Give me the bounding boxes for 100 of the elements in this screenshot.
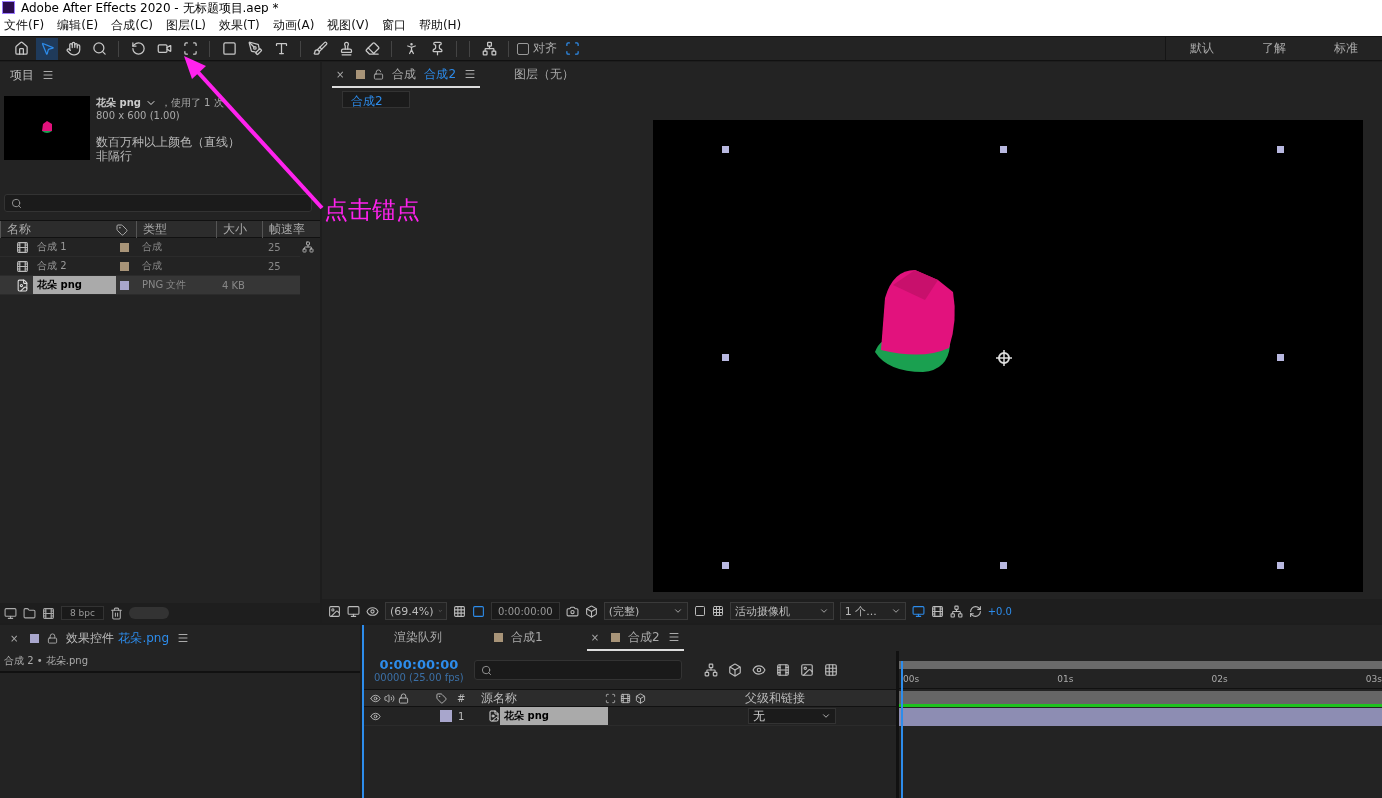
layer-handle[interactable] (1000, 146, 1007, 153)
menu-item[interactable]: 图层(L) (165, 16, 207, 34)
column-header[interactable]: 类型 (136, 221, 216, 238)
eraser-icon (364, 41, 380, 56)
views-dropdown[interactable]: 1 个... (839, 602, 906, 620)
layer-handle[interactable] (1277, 562, 1284, 569)
snapshot-icon (565, 604, 579, 618)
column-header[interactable]: 大小 (216, 221, 262, 238)
fps-cell-text: 25 (267, 260, 282, 272)
text-icon (273, 41, 289, 56)
menu-icon (464, 68, 477, 80)
close-button[interactable]: × (10, 632, 19, 644)
composition-icon (16, 259, 29, 273)
hand-icon (65, 41, 81, 56)
tag-icon (116, 223, 128, 236)
layer-handle[interactable] (722, 146, 729, 153)
image-file-icon (488, 710, 500, 722)
frame-corners-icon (182, 41, 198, 56)
menu-item[interactable]: 文件(F) (4, 16, 45, 34)
exposure-value[interactable]: +0.0 (987, 605, 1012, 617)
current-time[interactable]: 0:00:00:00 (379, 657, 459, 672)
region-icon (472, 604, 485, 618)
menu-item[interactable]: 帮助(H) (418, 16, 462, 34)
menu-item[interactable]: 合成(C) (111, 16, 153, 34)
column-header[interactable]: 源名称 (481, 689, 606, 707)
zoom-icon (91, 41, 107, 56)
column-header[interactable]: 帧速率 (262, 221, 314, 238)
camera-dropdown[interactable]: 活动摄像机 (729, 602, 834, 620)
layer-name[interactable]: 花朵 png (500, 707, 608, 725)
panel-title: 项目 (10, 66, 34, 84)
layer-handle[interactable] (722, 562, 729, 569)
layer-handle[interactable] (722, 354, 729, 361)
flowchart-icon (302, 241, 314, 253)
zoom-dropdown[interactable]: (69.4%) (385, 602, 447, 620)
menu-item[interactable]: 窗口 (381, 16, 406, 34)
timeline-tab[interactable]: × 合成2 (586, 625, 684, 651)
item-name: 花朵 png (33, 276, 116, 294)
project-row[interactable]: 花朵 png PNG 文件 4 KB (0, 276, 300, 295)
timeline-tab[interactable]: 合成1 (486, 625, 547, 651)
tab-label: 合成2 (628, 628, 660, 646)
layer-row[interactable]: 1 花朵 png 无 (364, 707, 896, 726)
panel-tab[interactable]: 图层（无） (510, 62, 579, 88)
lock-icon (47, 632, 59, 644)
parent-dropdown[interactable]: 无 (748, 708, 836, 724)
menu-item[interactable]: 编辑(E) (57, 16, 99, 34)
composition-icon (42, 606, 55, 620)
anchor-point-icon[interactable] (995, 349, 1013, 367)
layer-handle[interactable] (1277, 146, 1284, 153)
size-cell-text: 4 KB (221, 279, 246, 291)
timeline-tab[interactable]: 渲染队列 (390, 625, 446, 651)
stamp-icon (338, 41, 354, 56)
square-icon (221, 41, 237, 56)
workspace-tab[interactable]: 了解 (1238, 37, 1310, 60)
search-field[interactable] (473, 660, 682, 680)
layer-handle[interactable] (1000, 562, 1007, 569)
lock-icon (373, 68, 385, 80)
layer-number: 1 (457, 710, 466, 722)
label-swatch[interactable] (120, 280, 129, 290)
transparency-grid-icon (711, 605, 724, 617)
tab-label: 渲染队列 (394, 628, 442, 646)
frame-icon (930, 604, 944, 618)
workspace-tab[interactable]: 标准 (1310, 37, 1382, 60)
flowchart-icon (949, 604, 963, 618)
time-tick: 03s (1365, 673, 1382, 684)
time-tick: 00s (903, 673, 920, 684)
close-button[interactable]: × (336, 68, 345, 80)
type-cell-text: 合成 (141, 259, 163, 273)
frame-rate: 00000 (25.00 fps) (374, 672, 464, 683)
pen-icon (247, 41, 263, 56)
label-swatch[interactable] (120, 242, 129, 252)
tool-button[interactable] (36, 37, 58, 60)
search-icon (480, 664, 492, 676)
close-button[interactable]: × (590, 631, 600, 643)
camera-icon (156, 41, 172, 56)
type-cell-text: 合成 (141, 240, 163, 254)
align-checkbox[interactable] (517, 42, 529, 55)
tulip-thumbnail-icon (41, 121, 53, 135)
layer-handle[interactable] (1277, 354, 1284, 361)
time-tick: 01s (1057, 673, 1074, 684)
column-header[interactable]: 名称 (0, 221, 116, 238)
app-logo (2, 1, 15, 14)
grid-icon (453, 604, 466, 618)
3d-icon (635, 692, 647, 704)
bpc-button[interactable]: 8 bpc (61, 606, 104, 620)
menu-item[interactable]: 效果(T) (219, 16, 260, 34)
panel-tab[interactable]: × 合成 合成2 (332, 62, 481, 88)
workspace-tab[interactable]: 默认 (1166, 37, 1238, 60)
folder-icon (23, 606, 36, 620)
menu-item[interactable]: 视图(V) (327, 16, 369, 34)
menu-item[interactable]: 动画(A) (272, 16, 315, 34)
composition-icon (16, 240, 29, 254)
window-title: Adobe After Effects 2020 - 无标题项目.aep * (21, 2, 279, 14)
breadcrumb-button[interactable]: 合成2 (342, 90, 410, 108)
project-row[interactable]: 合成 1 合成 25 (0, 238, 300, 257)
label-swatch[interactable] (120, 261, 129, 271)
menu-icon (42, 69, 54, 81)
timecode-field[interactable]: 0:00:00:00 (491, 602, 560, 620)
search-field[interactable] (4, 194, 312, 212)
column-header[interactable]: 父级和链接 (745, 689, 806, 707)
resolution-dropdown[interactable]: (完整) (603, 602, 688, 620)
